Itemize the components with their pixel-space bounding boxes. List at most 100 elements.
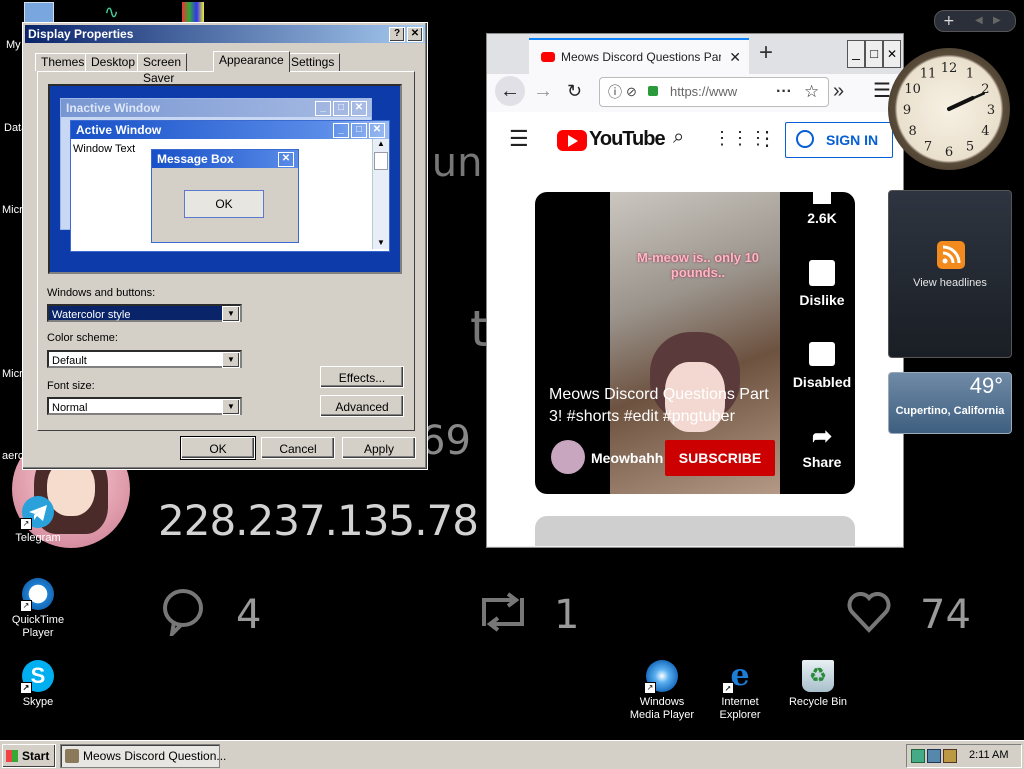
apply-button[interactable]: Apply <box>342 437 416 459</box>
paint-icon[interactable] <box>182 2 204 22</box>
desktop-icon-internet-explorer[interactable]: e ↗ Internet Explorer <box>702 660 778 722</box>
youtube-brand-text[interactable]: YouTube <box>589 128 666 151</box>
tab-themes[interactable]: Themes <box>35 53 91 71</box>
add-gadget-icon[interactable]: + <box>943 11 955 31</box>
tab-screen-saver[interactable]: Screen Saver <box>137 53 188 85</box>
next-icon[interactable]: ▶ <box>993 11 1001 31</box>
windows-buttons-select[interactable]: Watercolor style ▼ <box>47 304 242 322</box>
next-shorts-card[interactable] <box>535 516 855 546</box>
chevron-down-icon[interactable]: ▼ <box>222 399 240 415</box>
clock-number: 12 <box>941 61 958 76</box>
youtube-favicon-icon <box>541 52 555 62</box>
lock-icon <box>648 86 658 96</box>
python-icon[interactable]: ∿ <box>104 4 130 22</box>
forward-icon[interactable]: → <box>533 76 553 106</box>
tab-settings[interactable]: Settings <box>285 53 341 71</box>
tab-appearance[interactable]: Appearance <box>213 51 290 72</box>
reply-icon <box>163 589 203 636</box>
search-icon[interactable]: ⌕ <box>673 126 684 149</box>
internet-explorer-icon: e ↗ <box>722 660 756 694</box>
tab-desktop[interactable]: Desktop <box>85 53 142 71</box>
news-gadget[interactable]: View headlines <box>888 190 1012 358</box>
channel-name[interactable]: Meowbahh <box>591 450 663 466</box>
more-vert-icon[interactable]: ⋮ <box>757 126 777 151</box>
video-title[interactable]: Meows Discord Questions Part 3! #shorts … <box>549 384 779 428</box>
retweet-icon <box>482 592 524 632</box>
dislike-label: Dislike <box>799 292 845 308</box>
desktop-icon-label-partial[interactable]: My <box>6 39 21 51</box>
clock-number: 9 <box>903 103 911 118</box>
reply-count: 4 <box>236 592 262 638</box>
preview-message-box: Message Box ✕ OK <box>151 149 299 243</box>
desktop-icon-recycle-bin[interactable]: ♻ Recycle Bin <box>780 660 856 709</box>
help-button[interactable]: ? <box>389 27 405 42</box>
message-box-close-icon: ✕ <box>278 152 294 167</box>
more-actions-icon[interactable]: ··· <box>776 78 792 106</box>
shorts-card[interactable]: M-meow is.. only 10 pounds.. 2.6K Dislik… <box>535 192 855 494</box>
wallpaper-jun-text: Jun <box>420 140 483 186</box>
like-button[interactable]: 2.6K <box>787 192 855 226</box>
tracking-protection-icon[interactable]: ⊘ <box>626 78 637 106</box>
temperature: 49° <box>969 373 1003 398</box>
color-scheme-select[interactable]: Default ▼ <box>47 350 242 368</box>
reload-icon[interactable]: ↻ <box>567 76 582 106</box>
appearance-preview: Inactive Window _ □ ✕ Active Window _ □ … <box>48 84 402 274</box>
close-button[interactable]: ✕ <box>407 27 423 42</box>
desktop-icon-telegram[interactable]: ↗ Telegram <box>0 496 76 545</box>
back-icon[interactable]: ← <box>495 76 525 106</box>
quicktime-icon: ↗ <box>20 578 54 612</box>
scroll-up-icon: ▲ <box>377 139 385 148</box>
desktop-icon-skype[interactable]: S ↗ Skype <box>0 660 76 709</box>
info-icon[interactable]: ⓘ <box>608 78 622 106</box>
desktop-icon-windows-media-player[interactable]: ↗ Windows Media Player <box>624 660 700 722</box>
tray-gadgets-icon[interactable] <box>911 749 925 763</box>
dialog-titlebar[interactable]: Display Properties ? ✕ <box>25 25 425 43</box>
tray-volume-icon[interactable] <box>943 749 957 763</box>
tray-network-icon[interactable] <box>927 749 941 763</box>
ok-button[interactable]: OK <box>180 436 256 460</box>
bookmark-star-icon[interactable]: ☆ <box>804 78 819 106</box>
youtube-logo-icon[interactable] <box>557 130 587 151</box>
url-bar[interactable]: ⓘ ⊘ https://www ··· ☆ <box>599 77 829 107</box>
new-tab-button[interactable]: + <box>759 38 773 68</box>
youtube-feed: M-meow is.. only 10 pounds.. 2.6K Dislik… <box>487 170 903 546</box>
effects-button[interactable]: Effects... <box>320 366 404 388</box>
cancel-button[interactable]: Cancel <box>261 437 335 459</box>
previous-icon[interactable]: ◀ <box>975 11 983 31</box>
gadget-toolbar: + ◀ ▶ <box>934 10 1016 32</box>
advanced-button[interactable]: Advanced <box>320 395 404 417</box>
sign-in-button[interactable]: SIGN IN <box>785 122 893 158</box>
start-button[interactable]: Start <box>2 744 56 768</box>
overflow-icon[interactable]: » <box>833 76 844 106</box>
channel-avatar[interactable] <box>551 440 585 474</box>
browser-tab[interactable]: Meows Discord Questions Part 3! ✕ <box>529 38 749 76</box>
tab-close-icon[interactable]: ✕ <box>729 40 741 74</box>
message-box-title: Message Box ✕ <box>152 150 298 168</box>
comments-button[interactable]: Disabled <box>787 342 855 390</box>
clock-face: 12 1234567891011 <box>903 61 995 160</box>
font-size-select[interactable]: Normal ▼ <box>47 397 242 415</box>
taskbar-item-meows[interactable]: Meows Discord Question... <box>60 744 226 768</box>
scroll-down-icon: ▼ <box>377 238 385 247</box>
dislike-button[interactable]: Dislike <box>787 260 855 308</box>
subscribe-button[interactable]: SUBSCRIBE <box>665 440 775 476</box>
menu-icon[interactable]: ☰ <box>509 126 529 152</box>
desktop-icon-quicktime[interactable]: ↗ QuickTime Player <box>0 578 76 640</box>
view-headlines-label[interactable]: View headlines <box>889 277 1011 289</box>
chevron-down-icon[interactable]: ▼ <box>222 306 240 322</box>
desktop-icon-label: Internet Explorer <box>719 696 761 721</box>
windows-buttons-value: Watercolor style <box>52 309 131 321</box>
my-computer-icon[interactable] <box>24 2 54 24</box>
clock-gadget[interactable]: 12 1 2 3 4 5 6 7 8 9 10 11 <box>888 48 1010 170</box>
preview-active-title: Active Window _ □ ✕ <box>71 121 389 139</box>
maximize-button[interactable]: □ <box>865 40 883 68</box>
desktop-icon-label-partial[interactable]: aerc <box>2 450 23 462</box>
clock-minute-hand <box>947 92 985 111</box>
chevron-down-icon[interactable]: ▼ <box>222 352 240 368</box>
tray-clock[interactable]: 2:11 AM <box>969 745 1009 765</box>
windows-buttons-label: Windows and buttons: <box>47 287 156 299</box>
font-size-value: Normal <box>52 402 88 414</box>
weather-gadget[interactable]: 49° Cupertino, California <box>888 372 1012 434</box>
minimize-button[interactable]: _ <box>847 40 865 68</box>
share-button[interactable]: ➦ Share <box>787 424 855 471</box>
